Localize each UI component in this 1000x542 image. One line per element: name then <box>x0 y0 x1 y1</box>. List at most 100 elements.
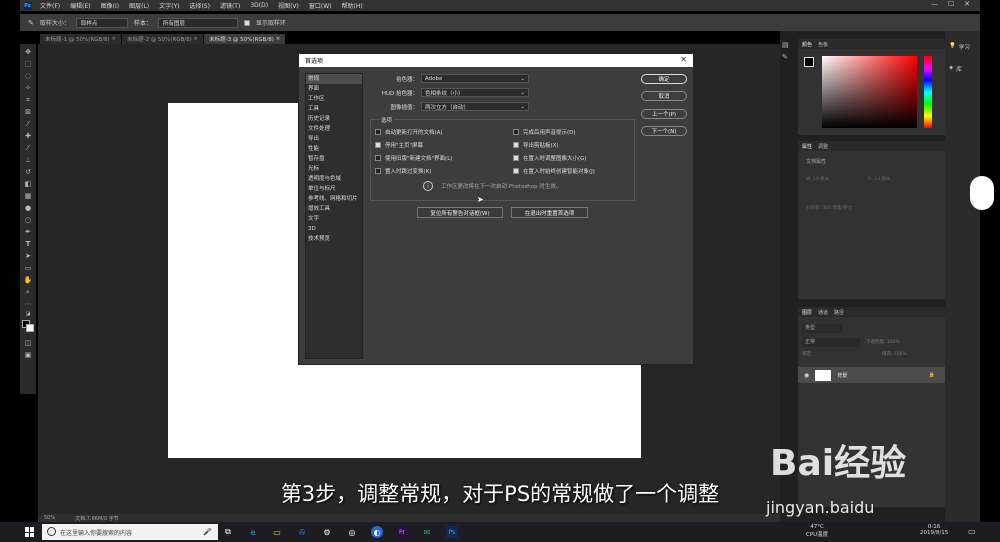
opt-skip-transform[interactable]: 置入时跳过变换(K) <box>375 167 431 175</box>
menu-view[interactable]: 视图(V) <box>278 1 299 10</box>
premiere-icon[interactable]: Pr <box>396 526 408 538</box>
checkbox[interactable] <box>513 168 519 174</box>
more-tools-icon[interactable]: ⋯ <box>23 301 33 308</box>
menu-3d[interactable]: 3D(D) <box>250 2 268 9</box>
eyedropper-tool-icon[interactable]: ⁄ <box>23 121 33 128</box>
tab-doc-3[interactable]: 未标题-3 @ 50%(RGB/8) × <box>204 34 286 44</box>
interpolation-select[interactable]: 两次立方（自动） ⌄ <box>421 102 529 111</box>
next-button[interactable]: 下一个(N) <box>641 126 687 136</box>
lasso-tool-icon[interactable]: ◌ <box>23 73 33 80</box>
opt-auto-update[interactable]: 自动更新打开的文档(A) <box>375 128 443 136</box>
nav-units[interactable]: 单位与标尺 <box>306 184 362 194</box>
minimize-icon[interactable]: — <box>931 0 938 8</box>
layer-opacity[interactable]: 不透明度: 100% <box>866 339 900 345</box>
ok-button[interactable]: 确定 <box>641 74 687 84</box>
tab-swatches[interactable]: 色板 <box>818 41 828 48</box>
layer-kind-filter[interactable]: 类型 <box>802 324 842 333</box>
tab-channels[interactable]: 通道 <box>818 309 828 316</box>
quick-mask-icon[interactable]: ◫ <box>23 340 33 347</box>
opt-legacy-new-doc[interactable]: 使用旧版"新建文档"界面(L) <box>375 154 452 162</box>
path-select-tool-icon[interactable]: ➤ <box>23 253 33 260</box>
menu-image[interactable]: 图像(I) <box>101 1 119 10</box>
checkbox[interactable] <box>513 155 519 161</box>
windows-start-icon[interactable] <box>25 527 35 537</box>
tab-color[interactable]: 颜色 <box>802 41 812 48</box>
chrome-icon[interactable]: ◎ <box>346 526 358 538</box>
tab-layers[interactable]: 图层 <box>802 309 812 316</box>
store-icon[interactable]: ✇ <box>296 526 308 538</box>
move-tool-icon[interactable]: ✥ <box>23 49 33 56</box>
checkbox[interactable] <box>513 129 519 135</box>
nav-file-handling[interactable]: 文件处理 <box>306 124 362 134</box>
cancel-button[interactable]: 取消 <box>641 91 687 101</box>
tab-adjustments[interactable]: 调整 <box>818 143 828 150</box>
nav-workspace[interactable]: 工作区 <box>306 94 362 104</box>
file-explorer-icon[interactable]: ▭ <box>271 526 283 538</box>
history-panel-icon[interactable]: ▤ <box>782 41 796 49</box>
checkbox[interactable] <box>375 142 381 148</box>
nav-type[interactable]: 文字 <box>306 214 362 224</box>
sample-select[interactable]: 所有图层 <box>157 17 238 28</box>
photoshop-taskbar-icon[interactable]: Ps <box>446 526 458 538</box>
layer-fill[interactable]: 填充: 100% <box>882 351 907 357</box>
maximize-icon[interactable]: ☐ <box>948 0 954 8</box>
nav-transparency[interactable]: 透明度与色域 <box>306 174 362 184</box>
checkbox[interactable] <box>375 155 381 161</box>
quick-select-tool-icon[interactable]: ✧ <box>23 85 33 92</box>
nav-cursors[interactable]: 光标 <box>306 164 362 174</box>
brush-tool-icon[interactable]: ⁄ <box>23 145 33 152</box>
edge-icon[interactable]: e <box>247 526 259 538</box>
eyedropper-icon[interactable]: ✎ <box>28 19 34 27</box>
menu-file[interactable]: 文件(F) <box>40 1 60 10</box>
zoom-level[interactable]: 50% <box>44 515 55 521</box>
hue-slider[interactable] <box>924 56 932 128</box>
opt-export-clipboard[interactable]: 导出剪贴板(X) <box>513 141 559 149</box>
notification-icon[interactable]: ▭ <box>968 527 976 536</box>
menu-help[interactable]: 帮助(H) <box>342 1 363 10</box>
taskbar-search-box[interactable]: 在这里输入你要搜索的内容 🎤 <box>42 524 218 540</box>
library-panel-button[interactable]: ◈ 库 <box>949 65 962 73</box>
history-brush-tool-icon[interactable]: ↺ <box>23 169 33 176</box>
eye-icon[interactable]: ◉ <box>804 372 809 379</box>
reset-warnings-button[interactable]: 复位所有警告对话框(W) <box>417 207 503 218</box>
hand-tool-icon[interactable]: ✋ <box>23 277 33 284</box>
opt-resize-on-place[interactable]: 在置入时调整图像大小(G) <box>513 154 587 162</box>
menu-edit[interactable]: 编辑(E) <box>70 1 90 10</box>
screen-mode-icon[interactable]: ▣ <box>23 352 33 359</box>
sample-size-select[interactable]: 取样点 <box>75 17 128 28</box>
marquee-tool-icon[interactable]: ⬚ <box>23 61 33 68</box>
blend-mode-select[interactable]: 正常 <box>802 338 860 347</box>
healing-tool-icon[interactable]: ✚ <box>23 133 33 140</box>
tab-properties[interactable]: 属性 <box>802 143 812 150</box>
checkbox[interactable] <box>513 142 519 148</box>
menu-select[interactable]: 选择(S) <box>189 1 210 10</box>
rectangle-tool-icon[interactable]: ▭ <box>23 265 33 272</box>
nav-plugins[interactable]: 增效工具 <box>306 204 362 214</box>
nav-tools[interactable]: 工具 <box>306 104 362 114</box>
nav-export[interactable]: 导出 <box>306 134 362 144</box>
eraser-tool-icon[interactable]: ◧ <box>23 181 33 188</box>
nav-guides[interactable]: 参考线、网格和切片 <box>306 194 362 204</box>
opt-smart-objects[interactable]: 在置入时始终创建智能对象(J) <box>513 167 595 175</box>
blur-tool-icon[interactable]: ● <box>23 205 33 212</box>
foreground-color-swatch[interactable] <box>22 320 34 332</box>
task-view-icon[interactable]: ⧉ <box>222 526 234 538</box>
nav-tech-preview[interactable]: 技术预览 <box>306 234 362 244</box>
tab-doc-1[interactable]: 未标题-1 @ 50%(RGB/8) × <box>40 34 122 44</box>
tab-paths[interactable]: 路径 <box>834 309 844 316</box>
close-icon[interactable]: ✕ <box>964 0 970 8</box>
opt-disable-home[interactable]: 停用"主页"屏幕 <box>375 141 423 149</box>
stamp-tool-icon[interactable]: ⊥ <box>23 157 33 164</box>
microphone-icon[interactable]: 🎤 <box>203 528 212 536</box>
menu-filter[interactable]: 滤镜(T) <box>220 1 240 10</box>
reset-on-exit-button[interactable]: 在退出时重置首选项 <box>511 207 588 218</box>
zoom-tool-icon[interactable]: ⌕ <box>23 289 33 296</box>
layer-row-background[interactable]: ◉ 背景 🔒 <box>798 367 945 383</box>
checkbox[interactable] <box>375 129 381 135</box>
nav-history[interactable]: 历史记录 <box>306 114 362 124</box>
learn-panel-button[interactable]: 💡 学习 <box>949 43 970 51</box>
brush-panel-icon[interactable]: ✎ <box>782 53 796 61</box>
gradient-tool-icon[interactable]: ▦ <box>23 193 33 200</box>
type-tool-icon[interactable]: T <box>23 241 33 248</box>
color-field[interactable] <box>822 56 917 128</box>
